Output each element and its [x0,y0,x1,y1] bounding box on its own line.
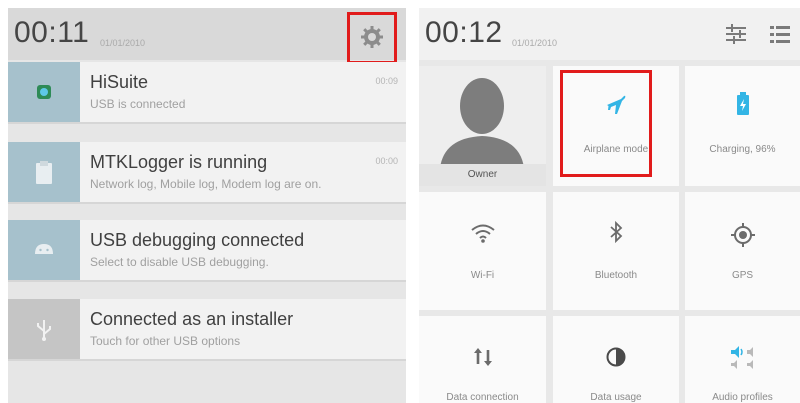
tile-label: Bluetooth [594,270,638,281]
gps-icon [730,223,755,247]
notification-title: MTKLogger is running [90,152,268,172]
notification-hisuite[interactable]: HiSuite USB is connected 00:09 [8,62,406,124]
tile-data-connection[interactable]: Data connection [419,316,546,403]
notification-subtitle: Select to disable USB debugging. [90,255,269,269]
tile-wifi[interactable]: Wi-Fi [419,192,546,310]
settings-button[interactable] [347,12,397,64]
data-usage-icon [606,347,626,367]
clock-date: 01/01/2010 [512,38,558,48]
highlight-frame [560,70,652,177]
notification-title: Connected as an installer [90,309,294,329]
usb-icon [37,320,51,341]
notification-icon-tile [8,62,80,122]
notification-subtitle: Network log, Mobile log, Modem log are o… [90,177,322,191]
quick-settings-panel: 00:12 01/01/2010 Owner Airplane mode Cha… [419,8,800,403]
tile-audio-profiles[interactable]: Audio profiles [685,316,800,403]
notification-time: 00:00 [375,156,398,166]
tile-label: Data connection [446,392,519,403]
notification-subtitle: Touch for other USB options [90,334,241,348]
notification-icon-tile [8,142,80,202]
notification-shade: 00:11 01/01/2010 HiSuite USB is connecte… [8,8,406,403]
owner-tile[interactable]: Owner [419,66,546,186]
sliders-icon[interactable] [724,22,748,46]
notification-title: HiSuite [90,72,149,92]
tile-battery[interactable]: Charging, 96% [685,66,800,186]
tile-label: GPS [731,270,754,281]
audio-profiles-icon [730,346,753,369]
wifi-icon [470,224,495,243]
notification-usb-installer[interactable]: Connected as an installer Touch for othe… [8,299,406,361]
status-header: 00:11 01/01/2010 [8,8,406,64]
notification-subtitle: USB is connected [90,97,186,111]
data-connection-icon [473,348,492,366]
clock-time: 00:12 [425,16,503,49]
notification-usb-debugging[interactable]: USB debugging connected Select to disabl… [8,220,406,282]
notification-title: USB debugging connected [90,230,305,250]
android-icon [35,244,53,254]
notification-icon-tile [8,299,80,359]
tile-label: Audio profiles [712,392,773,403]
status-header: 00:12 01/01/2010 [419,8,800,60]
list-icon[interactable] [768,22,792,46]
notification-icon-tile [8,220,80,280]
clock-date: 01/01/2010 [100,38,146,48]
gear-icon [361,26,383,48]
tile-gps[interactable]: GPS [685,192,800,310]
clipboard-icon [36,161,52,184]
notification-time: 00:09 [375,76,398,86]
tile-bluetooth[interactable]: Bluetooth [553,192,679,310]
avatar [440,78,524,168]
hisuite-icon [37,85,51,99]
owner-label: Owner [419,164,546,186]
battery-charging-icon [736,92,749,115]
bluetooth-icon [610,220,623,244]
tile-label: Data usage [590,392,642,403]
notification-mtklogger[interactable]: MTKLogger is running Network log, Mobile… [8,142,406,204]
tile-data-usage[interactable]: Data usage [553,316,679,403]
tile-label: Charging, 96% [709,144,776,155]
tile-label: Wi-Fi [470,270,495,281]
clock-time: 00:11 [14,16,90,49]
